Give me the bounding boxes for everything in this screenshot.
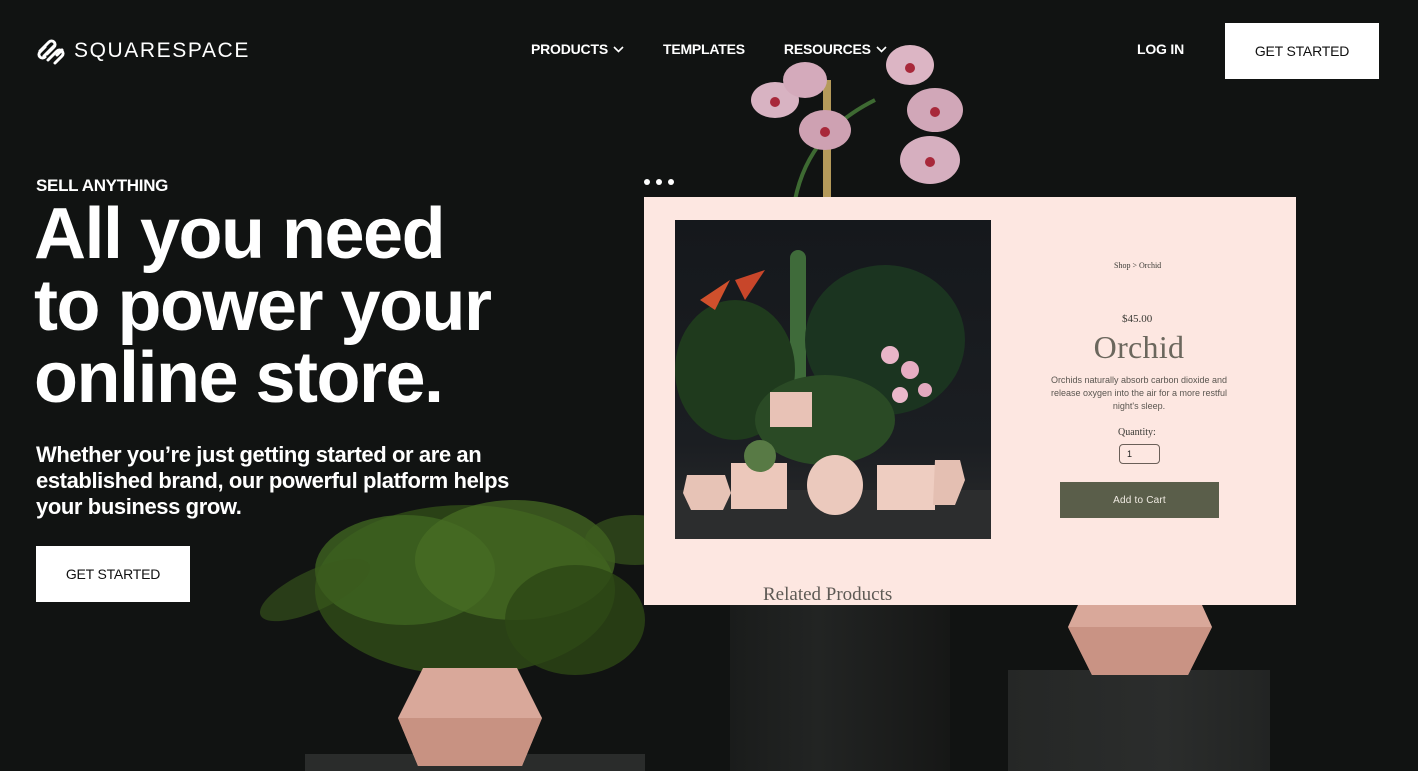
related-products-heading: Related Products [763, 584, 893, 605]
headline-line: to power your [34, 266, 492, 346]
brand-name: SQUARESPACE [74, 39, 250, 62]
headline-line: online store. [34, 338, 444, 418]
headline-line: All you need [34, 194, 446, 274]
site-header: SQUARESPACE PRODUCTS TEMPLATES RESOURCES… [0, 0, 1418, 100]
quantity-label: Quantity: [1118, 427, 1156, 438]
add-to-cart-button[interactable]: Add to Cart [1060, 482, 1219, 518]
nav-products[interactable]: PRODUCTS [531, 41, 624, 57]
logo[interactable]: SQUARESPACE [36, 36, 250, 66]
product-description: Orchids naturally absorb carbon dioxide … [1050, 375, 1228, 411]
dot-icon [644, 179, 650, 185]
hero-eyebrow: SELL ANYTHING [36, 176, 169, 195]
nav-templates[interactable]: TEMPLATES [663, 41, 745, 57]
store-mockup-card: Shop > Orchid $45.00 Orchid Orchids natu… [644, 197, 1296, 605]
nav-resources-label: RESOURCES [783, 41, 871, 57]
product-price: $45.00 [1122, 313, 1153, 325]
dot-icon [668, 179, 674, 185]
quantity-input[interactable] [1119, 444, 1160, 464]
browser-dots [644, 179, 674, 185]
main-nav: PRODUCTS TEMPLATES RESOURCES [531, 41, 887, 57]
pink-vase-right [1068, 605, 1212, 675]
product-breadcrumb[interactable]: Shop > Orchid [1114, 261, 1161, 270]
product-title: Orchid [1093, 329, 1185, 365]
product-photo [675, 220, 991, 539]
dot-icon [656, 179, 662, 185]
right-pedestal [1008, 670, 1270, 771]
hero-headline: All you need to power your online store. [34, 198, 554, 414]
hero-get-started-button[interactable]: GET STARTED [36, 546, 190, 602]
chevron-down-icon [613, 45, 624, 53]
hero-section: SQUARESPACE PRODUCTS TEMPLATES RESOURCES… [0, 0, 1418, 771]
login-link[interactable]: LOG IN [1137, 41, 1184, 57]
middle-pedestal [730, 605, 950, 771]
header-get-started-button[interactable]: GET STARTED [1225, 23, 1379, 79]
chevron-down-icon [876, 45, 887, 53]
squarespace-logo-icon [37, 39, 65, 65]
pink-vase-left [398, 668, 542, 766]
nav-templates-label: TEMPLATES [662, 41, 745, 57]
plants-illustration [675, 250, 991, 539]
nav-resources[interactable]: RESOURCES [784, 41, 887, 57]
nav-products-label: PRODUCTS [531, 41, 608, 57]
hero-subheadline: Whether you’re just getting started or a… [36, 442, 509, 519]
